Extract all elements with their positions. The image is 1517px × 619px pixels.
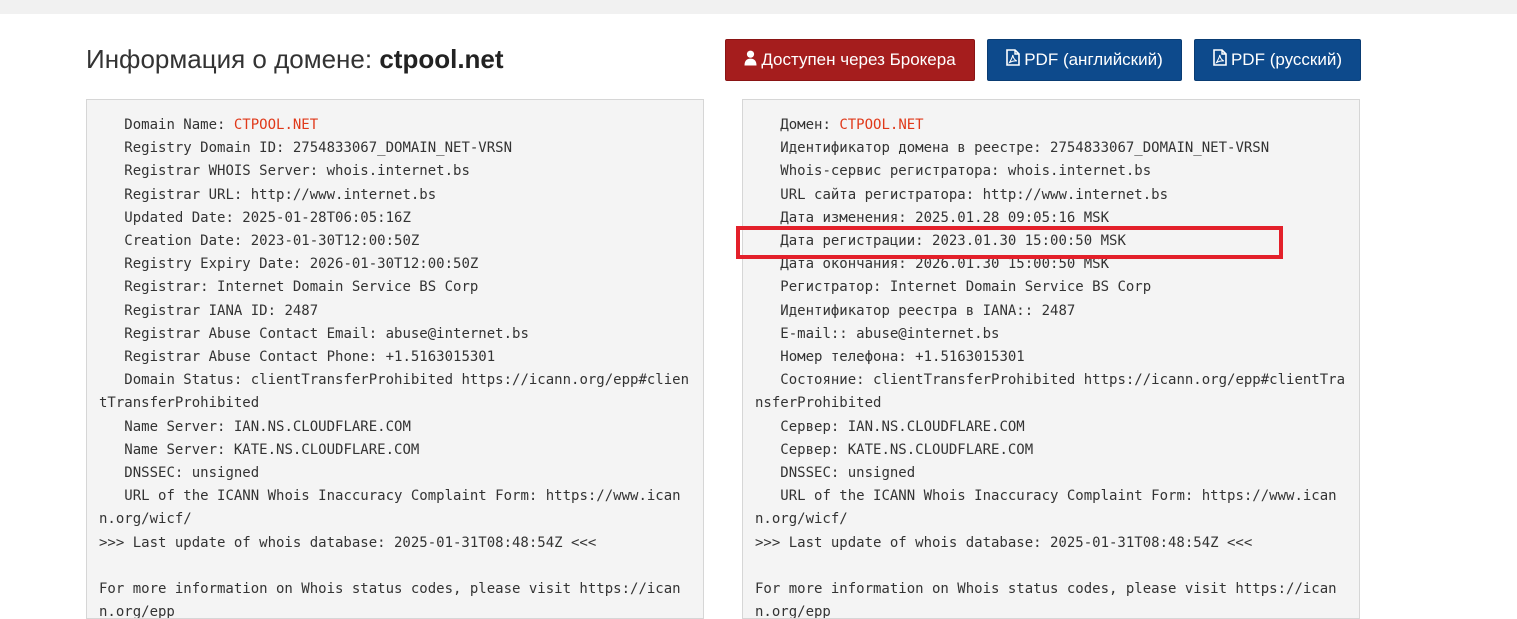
whois-russian-panel: Домен: CTPOOL.NET Идентификатор домена в… bbox=[742, 99, 1360, 619]
file-pdf-icon bbox=[1006, 49, 1021, 71]
pdf-english-button-label: PDF (английский) bbox=[1024, 50, 1163, 69]
pdf-english-button[interactable]: PDF (английский) bbox=[987, 39, 1182, 81]
whois-ru-domain-value: CTPOOL.NET bbox=[839, 117, 924, 133]
whois-en-body: Registry Domain ID: 2754833067_DOMAIN_NE… bbox=[99, 140, 690, 619]
whois-en-domain-label: Domain Name: bbox=[99, 117, 234, 133]
registration-date-highlight bbox=[736, 226, 1283, 259]
broker-button-label: Доступен через Брокера bbox=[761, 50, 956, 69]
whois-en-domain-value: CTPOOL.NET bbox=[233, 117, 319, 133]
whois-english-text: Domain Name: CTPOOL.NET Registry Domain … bbox=[87, 100, 695, 619]
whois-english-panel: Domain Name: CTPOOL.NET Registry Domain … bbox=[86, 99, 704, 619]
user-icon bbox=[744, 50, 757, 71]
top-bar bbox=[0, 0, 1517, 14]
pdf-russian-button-label: PDF (русский) bbox=[1230, 50, 1343, 69]
whois-ru-body: Идентификатор домена в реестре: 27548330… bbox=[755, 140, 1346, 619]
page-title-domain: ctpool.net bbox=[379, 44, 504, 74]
whois-russian-text: Домен: CTPOOL.NET Идентификатор домена в… bbox=[743, 100, 1351, 619]
page-title: Информация о домене: ctpool.net bbox=[86, 44, 504, 75]
pdf-russian-button[interactable]: PDF (русский) bbox=[1194, 39, 1361, 81]
broker-button[interactable]: Доступен через Брокера bbox=[725, 39, 975, 81]
file-pdf-icon bbox=[1213, 49, 1227, 71]
page-title-prefix: Информация о домене: bbox=[86, 44, 380, 74]
whois-ru-domain-label: Домен: bbox=[755, 117, 840, 133]
